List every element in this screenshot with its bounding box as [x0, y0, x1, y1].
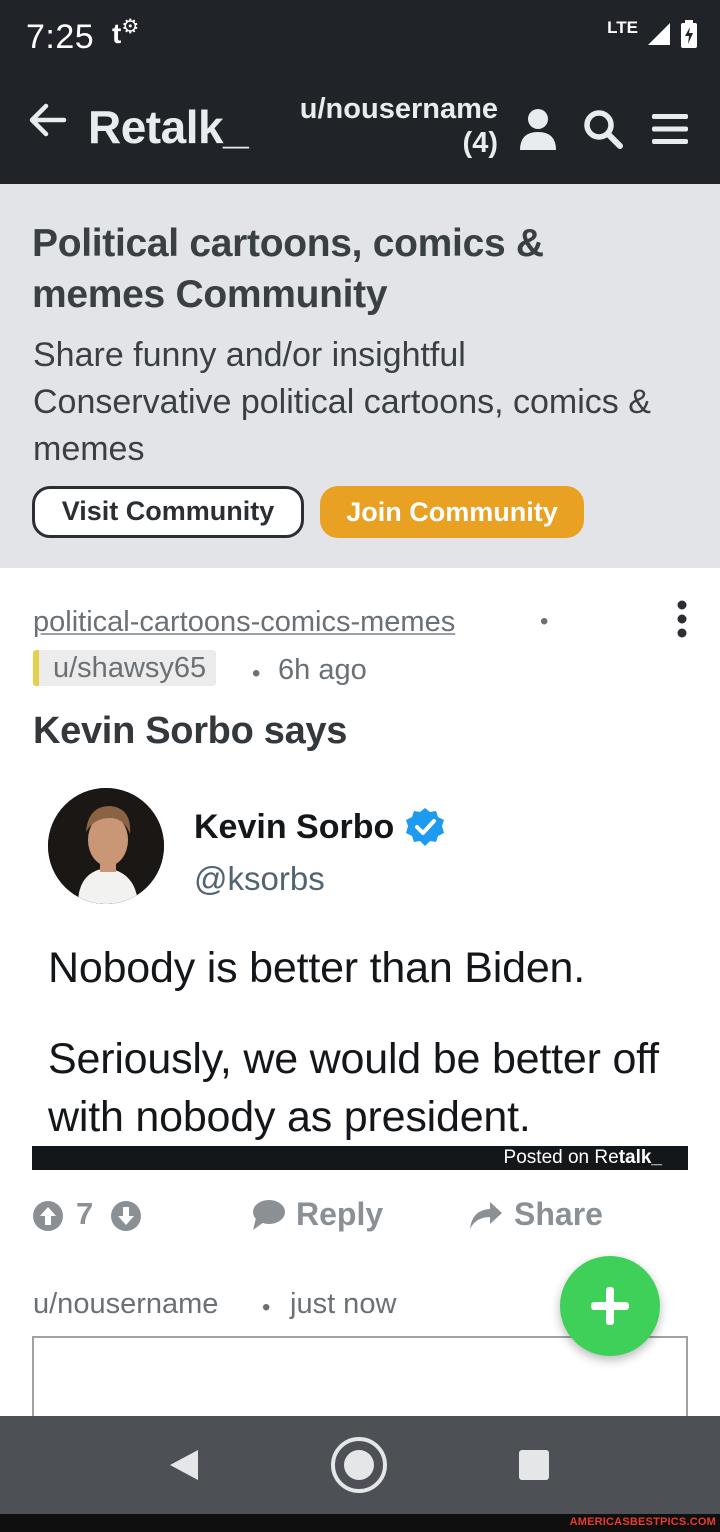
system-nav-bar	[0, 1416, 720, 1514]
status-icons: LTE	[607, 18, 698, 48]
account-link[interactable]: u/nousername (4)	[276, 92, 498, 160]
meta-separator: •	[262, 1294, 271, 1321]
upvote-icon[interactable]	[32, 1200, 64, 1232]
community-description: Share funny and/or insightful Conservati…	[33, 336, 651, 468]
visit-community-button[interactable]: Visit Community	[32, 486, 304, 538]
composer-time: just now	[290, 1288, 397, 1320]
watermark: AMERICASBESTPICS.COM	[569, 1516, 716, 1528]
embed-author-name: Kevin Sorbo	[194, 808, 395, 846]
new-post-button[interactable]	[560, 1256, 660, 1356]
post-author[interactable]: u/shawsy65	[33, 650, 217, 686]
community-banner: Political cartoons, comics & memes Commu…	[0, 184, 720, 568]
battery-charging-icon	[681, 20, 697, 48]
vote-count: 7	[76, 1196, 94, 1231]
signal-icon	[648, 23, 670, 45]
notification-count: (4)	[462, 127, 498, 159]
username: u/nousername	[299, 93, 498, 125]
post-community-link[interactable]: political-cartoons-comics-memes	[33, 606, 455, 639]
nav-home-icon[interactable]	[330, 1436, 388, 1494]
embed-text: Nobody is better than Biden.	[48, 944, 586, 992]
search-icon[interactable]	[582, 108, 624, 150]
status-bar: 7:25 t⚙ LTE	[0, 0, 720, 78]
post-title[interactable]: Kevin Sorbo says	[33, 710, 347, 753]
embed-text: Seriously, we would be better off with n…	[48, 1035, 659, 1141]
nav-recents-icon[interactable]	[518, 1449, 550, 1481]
share-icon[interactable]	[468, 1198, 504, 1232]
meta-separator: •	[252, 660, 261, 687]
embed-author-handle: @ksorbs	[194, 860, 325, 897]
back-arrow-icon[interactable]	[28, 100, 68, 140]
verified-badge-icon	[406, 808, 444, 846]
status-time: 7:25	[26, 18, 95, 56]
app-header: Retalk_ u/nousername (4)	[0, 78, 720, 184]
comment-icon[interactable]	[250, 1198, 286, 1232]
app-title[interactable]: Retalk_	[88, 100, 249, 154]
posted-on-footer: Posted on Retalk_	[32, 1146, 688, 1170]
composer-user: u/nousername	[33, 1288, 219, 1320]
plus-icon	[591, 1287, 629, 1325]
downvote-icon[interactable]	[110, 1200, 142, 1232]
join-community-button[interactable]: Join Community	[320, 486, 584, 538]
menu-icon[interactable]	[650, 112, 690, 146]
carrier-icon: t⚙	[112, 16, 140, 49]
watermark-bar: AMERICASBESTPICS.COM	[0, 1514, 720, 1532]
post-image[interactable]: Kevin Sorbo @ksorbs Nobody is better tha…	[32, 776, 688, 1148]
post-actions: 7 Reply Share	[0, 1196, 720, 1240]
more-options-icon[interactable]	[672, 600, 692, 638]
share-button[interactable]: Share	[514, 1196, 603, 1233]
community-title: Political cartoons, comics & memes Commu…	[32, 222, 544, 316]
post-time: 6h ago	[278, 654, 367, 686]
reply-button[interactable]: Reply	[296, 1196, 383, 1233]
network-type: LTE	[607, 18, 638, 37]
person-icon[interactable]	[518, 108, 558, 150]
nav-back-icon[interactable]	[166, 1448, 200, 1482]
avatar	[48, 788, 164, 904]
meta-separator: •	[540, 608, 549, 635]
